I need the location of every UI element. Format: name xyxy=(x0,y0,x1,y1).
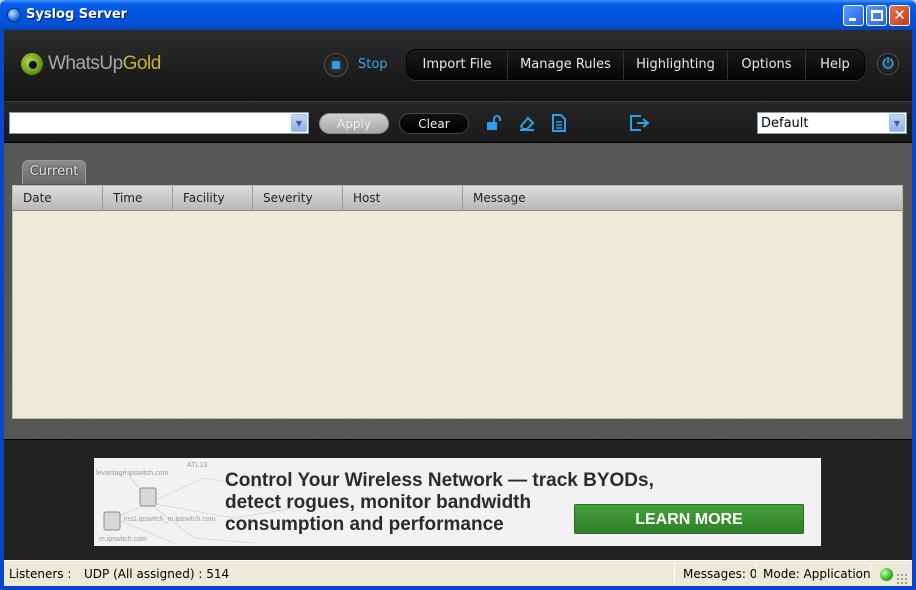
ad-headline-3: consumption and performance xyxy=(225,514,504,535)
mode-indicator: Mode: Application xyxy=(763,567,871,581)
document-icon[interactable] xyxy=(551,114,567,136)
filter-combo[interactable]: ▼ xyxy=(9,112,309,134)
column-header-facility[interactable]: Facility xyxy=(173,186,253,211)
network-node-label: levantage.ipswitch.com xyxy=(96,470,169,477)
column-header-message[interactable]: Message xyxy=(463,186,902,211)
status-divider xyxy=(756,563,757,584)
app-header: WhatsUpGold Stop Import File Manage Rule… xyxy=(4,30,912,101)
power-icon[interactable]: ⏻ xyxy=(877,53,899,75)
unlock-icon[interactable] xyxy=(485,114,503,136)
status-led-icon xyxy=(880,568,893,581)
window-title: Syslog Server xyxy=(26,7,128,22)
nav-highlighting[interactable]: Highlighting xyxy=(624,50,728,79)
column-header-severity[interactable]: Severity xyxy=(253,186,343,211)
profile-combo-value: Default xyxy=(761,116,809,131)
whatsupgold-logo-icon xyxy=(20,52,44,76)
eraser-icon[interactable] xyxy=(518,114,536,136)
app-icon xyxy=(7,8,21,22)
main-nav: Import File Manage Rules Highlighting Op… xyxy=(406,49,865,80)
stop-button[interactable]: Stop xyxy=(358,57,388,72)
profile-combo[interactable]: Default ▼ xyxy=(757,112,907,134)
app-body: WhatsUpGold Stop Import File Manage Rule… xyxy=(4,30,912,586)
clear-button[interactable]: Clear xyxy=(399,113,469,134)
nav-manage-rules[interactable]: Manage Rules xyxy=(508,50,624,79)
logo-text: WhatsUpGold xyxy=(48,53,161,75)
status-divider xyxy=(870,563,871,584)
log-table[interactable]: Date Time Facility Severity Host Message xyxy=(12,185,903,419)
column-header-date[interactable]: Date xyxy=(13,186,103,211)
maximize-icon xyxy=(871,10,883,21)
chevron-down-icon[interactable]: ▼ xyxy=(291,114,307,132)
ad-banner[interactable]: levantage.ipswitch.com ATL13 ins1.ipswit… xyxy=(94,458,821,546)
ad-headline-2: detect rogues, monitor bandwidth xyxy=(225,492,532,513)
network-node-label: ATL13 xyxy=(187,462,208,469)
minimize-button[interactable] xyxy=(843,5,864,26)
export-icon[interactable] xyxy=(629,114,651,136)
tab-current[interactable]: Current xyxy=(22,160,86,184)
nav-help[interactable]: Help xyxy=(806,50,864,79)
minimize-icon xyxy=(849,18,856,21)
maximize-button[interactable] xyxy=(866,5,887,26)
column-header-time[interactable]: Time xyxy=(103,186,173,211)
nav-options[interactable]: Options xyxy=(728,50,806,79)
learn-more-button[interactable]: LEARN MORE xyxy=(574,504,804,534)
status-bar: Listeners : UDP (All assigned) : 514 Mes… xyxy=(4,560,912,586)
logo-text-a: WhatsUp xyxy=(48,53,123,74)
close-button[interactable]: ✕ xyxy=(889,5,910,26)
messages-count: Messages: 0 xyxy=(683,567,758,581)
filter-toolbar: ▼ Apply Clear Default ▼ xyxy=(4,101,912,143)
network-node-label: ins1.ipswitch_m.ipswitch.com xyxy=(124,516,216,523)
ad-area: levantage.ipswitch.com ATL13 ins1.ipswit… xyxy=(4,439,912,559)
log-table-header: Date Time Facility Severity Host Message xyxy=(13,186,902,211)
listeners-label: Listeners : xyxy=(9,567,72,581)
column-header-host[interactable]: Host xyxy=(343,186,463,211)
network-node-label: m.ipswitch.com xyxy=(99,536,147,543)
status-divider xyxy=(674,563,675,584)
chevron-down-icon[interactable]: ▼ xyxy=(889,114,905,132)
resize-grip[interactable] xyxy=(896,573,908,585)
nav-import-file[interactable]: Import File xyxy=(407,50,508,79)
listeners-value: UDP (All assigned) : 514 xyxy=(84,567,230,581)
ad-headline-1: Control Your Wireless Network — track BY… xyxy=(225,470,654,491)
apply-button[interactable]: Apply xyxy=(319,113,389,134)
title-bar[interactable]: Syslog Server ✕ xyxy=(0,0,916,30)
close-icon: ✕ xyxy=(893,6,906,24)
window-frame: WhatsUpGold Stop Import File Manage Rule… xyxy=(0,30,916,590)
logo-text-b: Gold xyxy=(122,53,162,74)
stop-icon[interactable] xyxy=(324,53,348,77)
log-panel: Current Date Time Facility Severity Host… xyxy=(4,143,912,439)
